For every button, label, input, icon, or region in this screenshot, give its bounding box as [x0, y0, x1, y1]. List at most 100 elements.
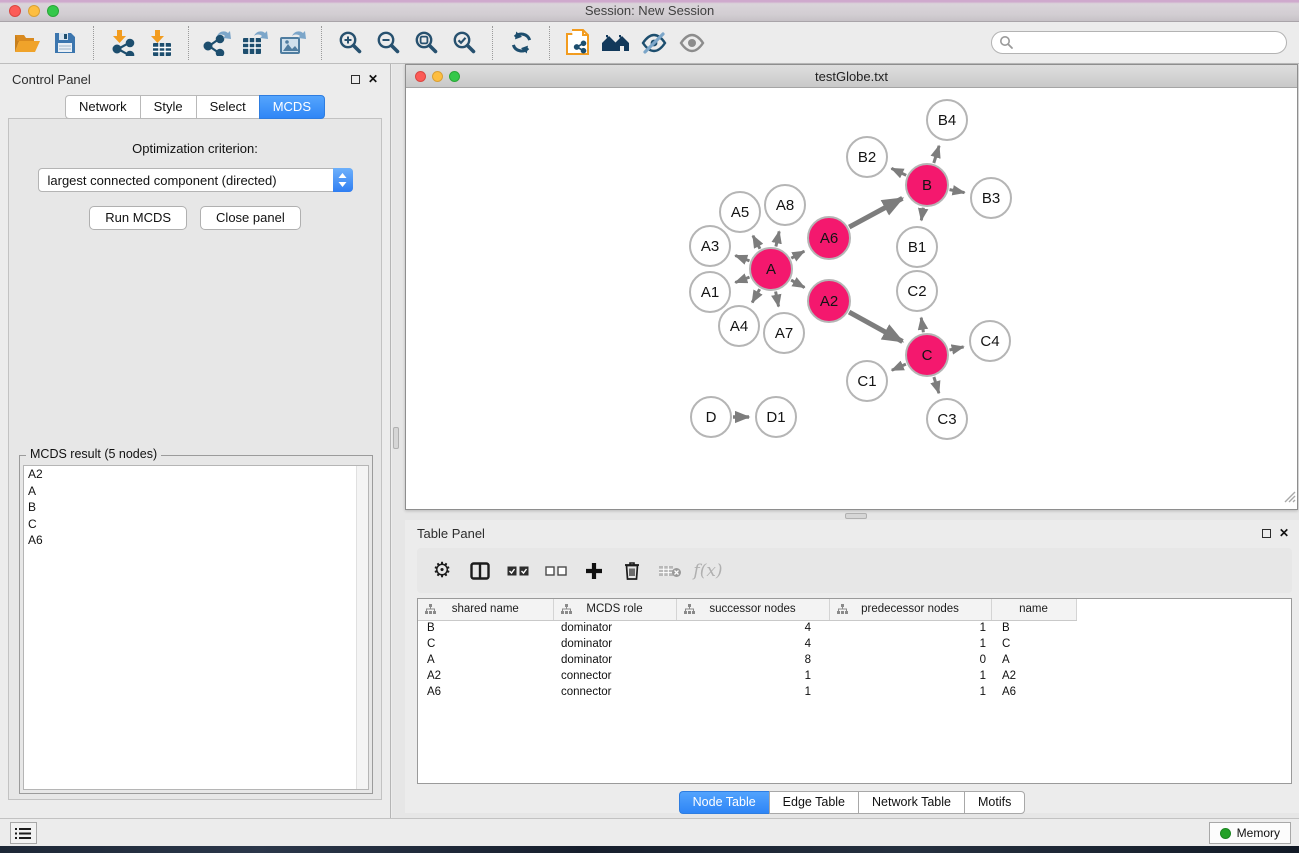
export-image-icon[interactable] [277, 27, 309, 59]
graph-edge-A-A2[interactable] [791, 280, 804, 287]
graph-edge-A-A6[interactable] [791, 251, 804, 258]
graph-edge-A-A8[interactable] [776, 231, 779, 246]
tab-select[interactable]: Select [196, 95, 259, 119]
graph-node-C4[interactable]: C4 [970, 321, 1010, 361]
minimize-window-button[interactable] [28, 5, 40, 17]
graph-edge-B-B2[interactable] [892, 168, 907, 175]
graph-edge-B-B3[interactable] [950, 190, 965, 193]
criterion-select[interactable]: largest connected component (directed) [38, 168, 353, 192]
close-panel-icon[interactable]: ✕ [368, 73, 378, 85]
refresh-icon[interactable] [505, 27, 537, 59]
table-row[interactable]: Adominator80A [418, 652, 1291, 668]
network-window-titlebar[interactable]: testGlobe.txt [406, 65, 1297, 88]
tab-style[interactable]: Style [140, 95, 196, 119]
import-table-icon[interactable] [144, 27, 176, 59]
column-header-name[interactable]: name [991, 599, 1076, 620]
tab-network-table[interactable]: Network Table [858, 791, 964, 814]
graph-edge-A-A3[interactable] [735, 256, 749, 261]
table-row[interactable]: Bdominator41B [418, 620, 1291, 636]
column-header-mcds-role[interactable]: MCDS role [553, 599, 676, 620]
vertical-splitter-grip[interactable] [393, 427, 399, 449]
graph-node-B3[interactable]: B3 [971, 178, 1011, 218]
graph-node-C1[interactable]: C1 [847, 361, 887, 401]
float-table-panel-icon[interactable] [1262, 529, 1271, 538]
column-header-shared-name[interactable]: shared name [418, 599, 553, 620]
graph-node-A1[interactable]: A1 [690, 272, 730, 312]
save-session-icon[interactable] [49, 27, 81, 59]
zoom-fit-icon[interactable] [410, 27, 442, 59]
table-row[interactable]: A6connector11A6 [418, 684, 1291, 700]
graph-node-C3[interactable]: C3 [927, 399, 967, 439]
show-eye-icon[interactable] [676, 27, 708, 59]
graph-node-B[interactable]: B [906, 164, 948, 206]
search-input[interactable] [991, 31, 1287, 54]
column-header-successor-nodes[interactable]: successor nodes [676, 599, 829, 620]
graph-edge-A-A7[interactable] [776, 292, 779, 307]
result-item[interactable]: B [24, 499, 368, 516]
graph-node-B2[interactable]: B2 [847, 137, 887, 177]
graph-edge-C-C1[interactable] [892, 364, 906, 370]
tab-mcds[interactable]: MCDS [259, 95, 325, 119]
create-column-plus-icon[interactable] [579, 556, 609, 586]
graph-node-A[interactable]: A [750, 248, 792, 290]
window-resize-grip[interactable] [1282, 489, 1296, 508]
network-zoom-button[interactable] [449, 71, 460, 82]
graph-node-A3[interactable]: A3 [690, 226, 730, 266]
export-network-icon[interactable] [201, 27, 233, 59]
delete-column-trash-icon[interactable] [617, 556, 647, 586]
table-row[interactable]: A2connector11A2 [418, 668, 1291, 684]
network-minimize-button[interactable] [432, 71, 443, 82]
graph-edge-C-C4[interactable] [950, 347, 964, 350]
close-window-button[interactable] [9, 5, 21, 17]
graph-edge-A2-C[interactable] [849, 312, 902, 341]
result-item[interactable]: C [24, 516, 368, 533]
zoom-selected-icon[interactable] [448, 27, 480, 59]
graph-edge-C-C3[interactable] [934, 377, 939, 393]
export-table-icon[interactable] [239, 27, 271, 59]
graph-node-A5[interactable]: A5 [720, 192, 760, 232]
graph-edge-C-C2[interactable] [921, 318, 923, 333]
graph-node-D1[interactable]: D1 [756, 397, 796, 437]
unselect-all-columns-icon[interactable] [541, 556, 571, 586]
close-panel-button[interactable]: Close panel [200, 206, 301, 230]
import-network-icon[interactable] [106, 27, 138, 59]
zoom-window-button[interactable] [47, 5, 59, 17]
graph-edge-A-A1[interactable] [735, 277, 749, 282]
select-all-columns-icon[interactable] [503, 556, 533, 586]
home-networks-icon[interactable] [600, 27, 632, 59]
graph-edge-A-A5[interactable] [753, 236, 760, 249]
graph-node-B4[interactable]: B4 [927, 100, 967, 140]
tab-edge-table[interactable]: Edge Table [769, 791, 858, 814]
network-canvas[interactable]: B4B2BB3A8A5A6A3B1AA1C2A2A4A7C4CC1C3DD1 [406, 88, 1297, 509]
close-table-panel-icon[interactable]: ✕ [1279, 527, 1289, 539]
hide-panels-icon[interactable] [638, 27, 670, 59]
column-header-predecessor-nodes[interactable]: predecessor nodes [829, 599, 991, 620]
table-settings-gear-icon[interactable]: ⚙ [427, 556, 457, 586]
mcds-result-list[interactable]: A2ABCA6 [23, 465, 369, 790]
network-close-button[interactable] [415, 71, 426, 82]
graph-node-A7[interactable]: A7 [764, 313, 804, 353]
result-item[interactable]: A2 [24, 466, 368, 483]
tab-network[interactable]: Network [65, 95, 140, 119]
graph-edge-B-B4[interactable] [934, 146, 939, 163]
tab-motifs[interactable]: Motifs [964, 791, 1025, 814]
tab-node-table[interactable]: Node Table [679, 791, 769, 814]
graph-node-A6[interactable]: A6 [808, 217, 850, 259]
graph-node-B1[interactable]: B1 [897, 227, 937, 267]
graph-node-C[interactable]: C [906, 334, 948, 376]
zoom-in-icon[interactable] [334, 27, 366, 59]
graph-node-A8[interactable]: A8 [765, 185, 805, 225]
memory-button[interactable]: Memory [1209, 822, 1291, 844]
float-panel-icon[interactable] [351, 75, 360, 84]
open-session-icon[interactable] [11, 27, 43, 59]
graph-edge-B-B1[interactable] [921, 208, 923, 221]
zoom-out-icon[interactable] [372, 27, 404, 59]
graph-edge-A-A4[interactable] [752, 289, 760, 302]
graph-node-C2[interactable]: C2 [897, 271, 937, 311]
graph-edge-A6-B[interactable] [849, 198, 902, 227]
new-network-from-selection-icon[interactable] [562, 27, 594, 59]
result-item[interactable]: A6 [24, 532, 368, 549]
run-mcds-button[interactable]: Run MCDS [89, 206, 187, 230]
delete-table-icon[interactable] [655, 556, 685, 586]
show-columns-icon[interactable] [465, 556, 495, 586]
